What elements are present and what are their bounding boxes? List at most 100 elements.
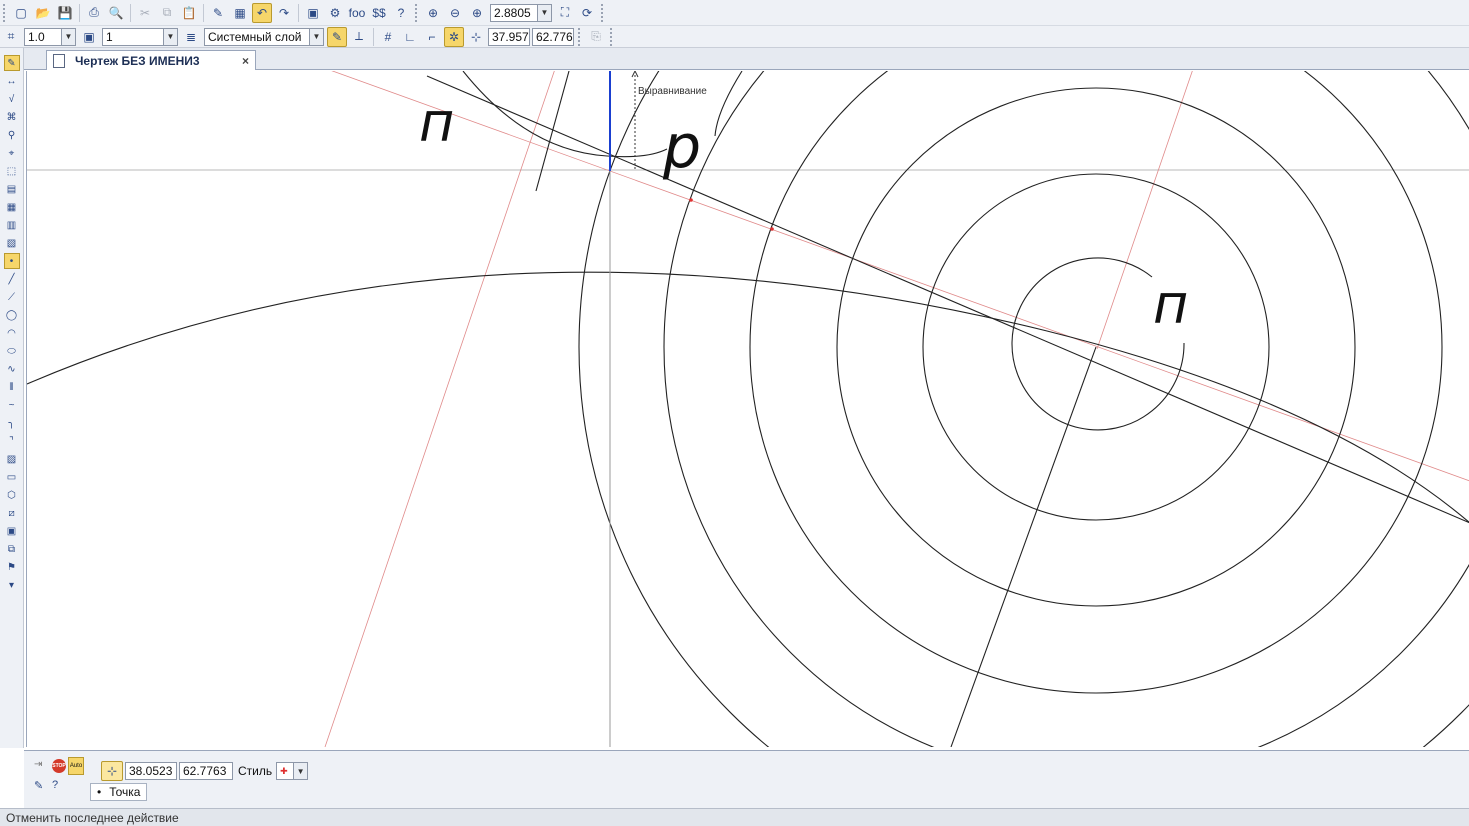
chevron-down-icon[interactable]: ▼	[163, 28, 177, 45]
snap-point[interactable]	[689, 198, 693, 202]
variables-icon[interactable]: foo	[347, 3, 367, 23]
toolbar-grip[interactable]	[601, 3, 605, 22]
hatch-tool-icon[interactable]: ▨	[4, 451, 20, 467]
tangent-line[interactable]	[426, 75, 1469, 524]
new-icon[interactable]: ▢	[11, 3, 31, 23]
concentric-circle[interactable]	[663, 71, 1469, 747]
chevron-down-icon[interactable]: ▼	[61, 28, 75, 45]
rectangle-tool-icon[interactable]: ▭	[4, 469, 20, 485]
view-combo[interactable]: 1 ▼	[102, 27, 178, 46]
rounding-icon[interactable]: ⌐	[422, 27, 442, 47]
redo-icon[interactable]: ↷	[274, 3, 294, 23]
segment-tool-icon[interactable]: ╱	[4, 271, 20, 287]
point-y-field[interactable]: 62.7763	[179, 762, 233, 780]
apply-icon[interactable]: ⎘	[586, 27, 606, 47]
polygon-tool-icon[interactable]: ⬡	[4, 487, 20, 503]
curve-tool-icon[interactable]: ∿	[4, 361, 20, 377]
zoom-in-icon[interactable]: ⊕	[467, 3, 487, 23]
pin-icon[interactable]: ⇥	[34, 759, 42, 770]
close-icon[interactable]: ×	[242, 54, 249, 68]
point-coord-icon[interactable]: ⊹	[101, 761, 123, 781]
local-cs-icon[interactable]: ∟	[400, 27, 420, 47]
point-tool-icon[interactable]: •	[3, 253, 20, 269]
toolbar-grip[interactable]	[415, 3, 419, 22]
color-icon[interactable]: ✎	[327, 26, 347, 47]
toolbar-grip[interactable]	[578, 27, 582, 46]
view-icon[interactable]: ▣	[79, 27, 99, 47]
views-panel-icon[interactable]: ▤	[4, 181, 20, 197]
chevron-down-icon[interactable]: ▼	[309, 28, 323, 45]
radial-line[interactable]	[950, 346, 1097, 747]
drawing-svg[interactable]: Выравнивание п р п	[27, 71, 1469, 747]
fragment-tool-icon[interactable]: ⚑	[4, 559, 20, 575]
zoom-out-icon[interactable]: ⊖	[445, 3, 465, 23]
save-icon[interactable]: 💾	[55, 3, 75, 23]
toolbar-grip[interactable]	[3, 3, 7, 22]
point-x-field[interactable]: 38.0523	[125, 762, 177, 780]
paste-icon[interactable]: 📋	[179, 3, 199, 23]
properties-icon[interactable]: ✎	[208, 3, 228, 23]
snap-point[interactable]	[770, 227, 774, 231]
arc-tool-icon[interactable]: ◠	[4, 325, 20, 341]
undo-icon[interactable]: ↶	[252, 2, 272, 23]
layer-icon[interactable]: ≣	[181, 27, 201, 47]
auto-create-button[interactable]: Auto	[68, 757, 84, 775]
large-arc[interactable]	[27, 271, 1469, 523]
spec-panel-icon[interactable]: ▦	[4, 199, 20, 215]
fillet-tool-icon[interactable]: ╮	[4, 415, 20, 431]
zoom-window-icon[interactable]: ⊕	[423, 3, 443, 23]
chevron-down-icon[interactable]: ▼	[293, 763, 308, 779]
bezier-tool-icon[interactable]: ~	[4, 397, 20, 413]
drawing-canvas[interactable]: Выравнивание п р п	[26, 71, 1469, 747]
measure-icon[interactable]: $$	[369, 3, 389, 23]
ortho-icon[interactable]: ⟂	[349, 27, 369, 47]
assoc-tool-icon[interactable]: ⧉	[4, 541, 20, 557]
coord-x-field[interactable]: 37.957	[488, 27, 530, 46]
zoom-combo[interactable]: 2.8805 ▼	[490, 3, 552, 22]
help-icon[interactable]: ?	[391, 3, 411, 23]
layer-combo[interactable]: Системный слой ▼	[204, 27, 324, 46]
edit-panel-icon[interactable]: ⌘	[4, 109, 20, 125]
refresh-icon[interactable]: ⟳	[577, 3, 597, 23]
segment[interactable]	[535, 71, 570, 192]
point-tab[interactable]: • Точка	[90, 783, 148, 801]
select-panel-icon[interactable]: ⬚	[4, 163, 20, 179]
document-tab[interactable]: Чертеж БЕЗ ИМЕНИ3 ×	[46, 50, 256, 70]
coords-icon[interactable]: ⊹	[466, 27, 486, 47]
insert-panel-icon[interactable]: ▧	[4, 235, 20, 251]
arc-top-right[interactable]	[714, 71, 743, 137]
step-icon[interactable]: ⌗	[1, 27, 21, 47]
more-tools-icon[interactable]: ▾	[4, 577, 20, 593]
print-icon[interactable]: ⎙	[84, 3, 104, 23]
coord-y-field[interactable]: 62.776	[532, 27, 574, 46]
library-icon[interactable]: ⚙	[325, 3, 345, 23]
concentric-circle[interactable]	[578, 71, 1469, 747]
contour-tool-icon[interactable]: ⧄	[4, 505, 20, 521]
reports-panel-icon[interactable]: ▥	[4, 217, 20, 233]
copy-icon[interactable]: ⧉	[157, 3, 177, 23]
ellipse-tool-icon[interactable]: ⬭	[4, 343, 20, 359]
params-panel-icon[interactable]: ⚲	[4, 127, 20, 143]
manager-icon[interactable]: ▣	[303, 3, 323, 23]
cut-icon[interactable]: ✂	[135, 3, 155, 23]
style-combo[interactable]: ✚ ▼	[276, 762, 309, 780]
polyline-tool-icon[interactable]: ⟋	[4, 289, 20, 305]
snap-icon[interactable]: ✲	[444, 26, 464, 47]
grid-icon[interactable]: #	[378, 27, 398, 47]
calculator-icon[interactable]: ▦	[230, 3, 250, 23]
macro-tool-icon[interactable]: ▣	[4, 523, 20, 539]
pan-icon[interactable]: ⛶	[555, 3, 575, 23]
help-icon[interactable]: ?	[52, 779, 58, 791]
create-object-icon[interactable]: ✎	[34, 779, 43, 792]
stop-button[interactable]: STOP	[52, 759, 66, 773]
dimensions-panel-icon[interactable]: ↔	[4, 73, 20, 89]
open-icon[interactable]: 📂	[33, 3, 53, 23]
equidistant-tool-icon[interactable]: ⫴	[4, 379, 20, 395]
toolbar-grip[interactable]	[610, 27, 614, 46]
symbols-panel-icon[interactable]: √	[4, 91, 20, 107]
step-combo[interactable]: 1.0 ▼	[24, 27, 76, 46]
geometry-panel-icon[interactable]: ✎	[3, 55, 20, 71]
preview-icon[interactable]: 🔍	[106, 3, 126, 23]
chevron-down-icon[interactable]: ▼	[537, 4, 551, 21]
chamfer-tool-icon[interactable]: ⌝	[4, 433, 20, 449]
